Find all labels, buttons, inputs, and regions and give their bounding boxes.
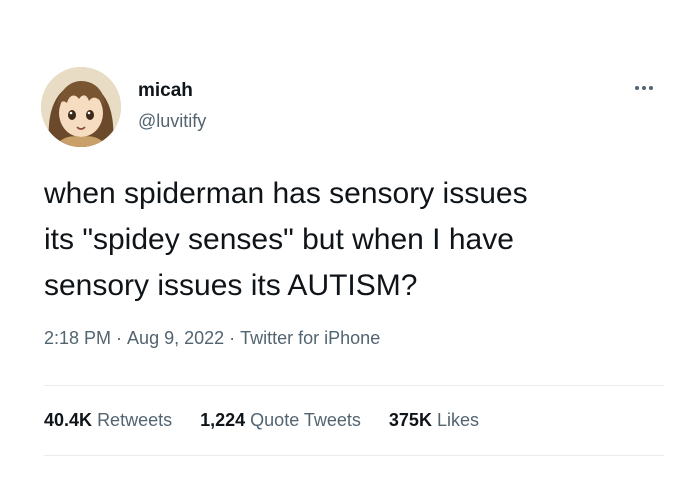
quote-tweets-label: Quote Tweets — [250, 410, 361, 430]
anime-avatar-icon — [41, 67, 121, 147]
display-name[interactable]: micah — [138, 80, 193, 102]
retweets-stat[interactable]: 40.4K Retweets — [44, 410, 172, 431]
likes-stat[interactable]: 375K Likes — [389, 410, 479, 431]
separator: · — [116, 328, 123, 348]
user-handle[interactable]: @luvitify — [138, 111, 206, 132]
dot — [649, 86, 653, 90]
tweet-source[interactable]: Twitter for iPhone — [240, 328, 380, 348]
retweets-label: Retweets — [97, 410, 173, 430]
likes-label: Likes — [436, 410, 479, 430]
avatar[interactable] — [41, 67, 121, 147]
retweets-count: 40.4K — [44, 410, 93, 430]
tweet-metadata: 2:18 PM · Aug 9, 2022 · Twitter for iPhone — [44, 328, 380, 349]
quote-tweets-count: 1,224 — [200, 410, 246, 430]
dot — [635, 86, 639, 90]
divider — [44, 385, 664, 386]
tweet-card: micah @luvitify when spiderman has senso… — [0, 0, 700, 503]
engagement-stats: 40.4K Retweets 1,224 Quote Tweets 375K L… — [44, 410, 479, 431]
tweet-date[interactable]: Aug 9, 2022 — [127, 328, 224, 348]
dot — [642, 86, 646, 90]
tweet-time[interactable]: 2:18 PM — [44, 328, 111, 348]
divider — [44, 455, 664, 456]
more-horizontal-icon[interactable] — [627, 78, 661, 98]
separator: · — [229, 328, 236, 348]
quote-tweets-stat[interactable]: 1,224 Quote Tweets — [200, 410, 361, 431]
likes-count: 375K — [388, 410, 432, 430]
tweet-text: when spiderman has sensory issues its "s… — [44, 177, 528, 302]
